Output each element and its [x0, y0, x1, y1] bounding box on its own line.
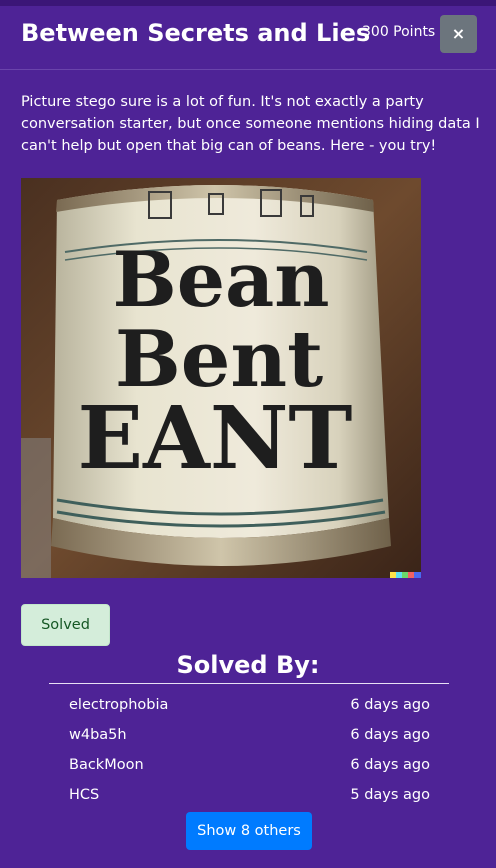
show-others-button[interactable]: Show 8 others	[186, 812, 312, 850]
solver-name: w4ba5h	[69, 727, 127, 743]
solver-row: BackMoon 6 days ago	[69, 750, 430, 780]
challenge-modal: Between Secrets and Lies 300 Points × Pi…	[0, 0, 496, 868]
challenge-points: 300 Points	[362, 24, 436, 40]
solver-time: 5 days ago	[350, 787, 430, 803]
bean-can-picture: Bean Bent EANT	[21, 178, 421, 578]
watermark-strip	[390, 572, 421, 578]
can-label-line-1: Bean	[112, 235, 329, 324]
solver-time: 6 days ago	[350, 727, 430, 743]
challenge-image[interactable]: Bean Bent EANT	[21, 178, 421, 578]
solved-by-divider	[49, 683, 449, 684]
solver-name: HCS	[69, 787, 100, 803]
solved-by-title: Solved By:	[176, 651, 320, 679]
solver-name: BackMoon	[69, 757, 144, 773]
can-label-line-3: EANT	[78, 388, 353, 489]
challenge-title: Between Secrets and Lies	[21, 19, 371, 47]
close-button[interactable]: ×	[440, 15, 477, 53]
solver-time: 6 days ago	[350, 697, 430, 713]
modal-header: Between Secrets and Lies 300 Points ×	[0, 0, 496, 70]
solver-time: 6 days ago	[350, 757, 430, 773]
solver-row: HCS 5 days ago	[69, 780, 430, 810]
solver-row: w4ba5h 6 days ago	[69, 720, 430, 750]
solver-name: electrophobia	[69, 697, 169, 713]
solver-row: electrophobia 6 days ago	[69, 690, 430, 720]
solved-button[interactable]: Solved	[21, 604, 110, 646]
challenge-description: Picture stego sure is a lot of fun. It's…	[21, 94, 480, 154]
